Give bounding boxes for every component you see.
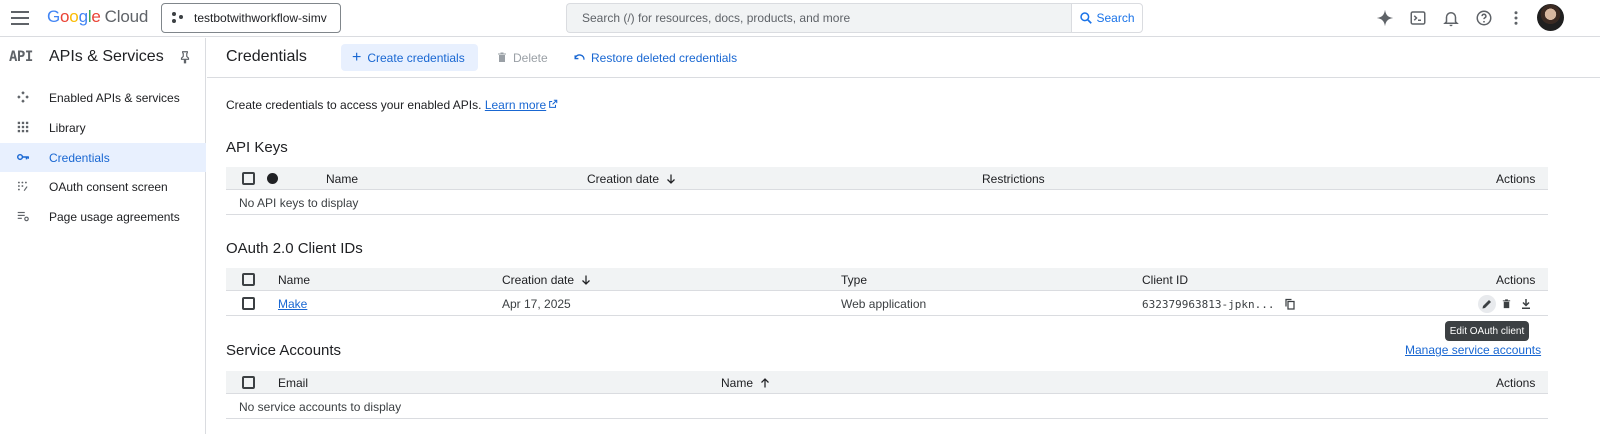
client-type: Web application xyxy=(841,297,927,311)
sidebar-item-label: Enabled APIs & services xyxy=(49,91,180,105)
cloud-shell-icon[interactable] xyxy=(1407,7,1429,29)
page-header: Credentials + Create credentials Delete … xyxy=(207,38,1600,78)
trash-icon[interactable] xyxy=(1498,296,1514,312)
consent-icon xyxy=(16,179,30,193)
row-checkbox[interactable] xyxy=(242,297,255,310)
more-vert-icon[interactable] xyxy=(1505,7,1527,29)
arrow-down-icon xyxy=(582,275,590,285)
learn-more-link[interactable]: Learn more xyxy=(485,98,546,112)
intro-description: Create credentials to access your enable… xyxy=(226,98,482,112)
select-all-checkbox[interactable] xyxy=(242,273,255,286)
column-actions: Actions xyxy=(1496,172,1536,186)
column-name[interactable]: Name xyxy=(326,172,358,186)
column-creation-date[interactable]: Creation date xyxy=(502,273,592,287)
table-row: No service accounts to display xyxy=(226,395,1548,419)
pin-icon[interactable] xyxy=(178,50,192,67)
notifications-icon[interactable] xyxy=(1440,7,1462,29)
sidebar-item-page-usage[interactable]: Page usage agreements xyxy=(0,202,206,231)
select-all-checkbox[interactable] xyxy=(242,172,255,185)
delete-label: Delete xyxy=(513,50,548,65)
learn-more-label: Learn more xyxy=(484,98,547,112)
page-title: Credentials xyxy=(226,48,307,65)
sidebar-item-credentials[interactable]: Credentials xyxy=(0,143,206,172)
main-menu-icon[interactable] xyxy=(10,9,30,27)
add-icon: + xyxy=(352,48,362,66)
column-client-id[interactable]: Client ID xyxy=(1142,273,1188,287)
empty-message: No service accounts to display xyxy=(239,400,402,414)
intro-text: Create credentials to access your enable… xyxy=(226,98,558,112)
undo-icon xyxy=(574,54,585,60)
create-credentials-label: Create credentials xyxy=(367,50,465,65)
column-actions: Actions xyxy=(1496,273,1536,287)
api-keys-table-header: Name Creation date Restrictions Actions xyxy=(226,167,1548,190)
service-accounts-table-header: Email Name Actions xyxy=(226,371,1548,394)
column-label: Creation date xyxy=(502,273,575,287)
library-icon xyxy=(16,120,30,134)
oauth-title: OAuth 2.0 Client IDs xyxy=(226,240,363,257)
restore-label: Restore deleted credentials xyxy=(591,50,738,65)
sidebar-item-label: Library xyxy=(49,121,86,135)
oauth-table-header: Name Creation date Type Client ID Action… xyxy=(226,268,1548,291)
project-picker[interactable]: testbotwithworkflow-simv xyxy=(161,3,341,33)
copy-icon[interactable] xyxy=(1282,296,1298,312)
delete-button[interactable]: Delete xyxy=(496,44,548,71)
sidebar-header: API APIs & Services xyxy=(0,38,206,78)
empty-message: No API keys to display xyxy=(239,196,359,210)
trash-icon xyxy=(498,52,506,62)
service-accounts-title: Service Accounts xyxy=(226,342,342,359)
search-placeholder: Search (/) for resources, docs, products… xyxy=(582,11,851,25)
agreements-icon xyxy=(16,209,30,223)
arrow-down-icon xyxy=(667,174,675,184)
status-dot-icon xyxy=(267,173,278,184)
create-credentials-button[interactable]: + Create credentials xyxy=(341,44,478,71)
gemini-icon[interactable] xyxy=(1374,7,1396,29)
column-type[interactable]: Type xyxy=(841,273,867,287)
manage-service-accounts-link[interactable]: Manage service accounts xyxy=(1405,343,1541,357)
download-icon[interactable] xyxy=(1518,296,1534,312)
top-bar: Google Cloud testbotwithworkflow-simv Sea… xyxy=(0,0,1600,37)
client-name-link[interactable]: Make xyxy=(278,297,307,311)
arrow-up-icon xyxy=(761,378,769,388)
column-label: Name xyxy=(721,376,754,390)
column-name[interactable]: Name xyxy=(278,273,310,287)
column-restrictions: Restrictions xyxy=(982,172,1045,186)
sidebar: API APIs & Services Enabled APIs & servi… xyxy=(0,38,206,434)
column-label: Creation date xyxy=(587,172,660,186)
key-icon xyxy=(16,150,30,164)
api-keys-title: API Keys xyxy=(226,139,288,156)
table-row: No API keys to display xyxy=(226,191,1548,215)
external-link-icon xyxy=(549,99,558,108)
column-actions: Actions xyxy=(1496,376,1536,390)
search-button-label: Search xyxy=(1096,11,1135,25)
edit-oauth-tooltip: Edit OAuth client xyxy=(1445,321,1529,341)
restore-deleted-button[interactable]: Restore deleted credentials xyxy=(573,44,737,71)
apis-icon xyxy=(16,90,30,104)
column-email[interactable]: Email xyxy=(278,376,308,390)
edit-icon[interactable] xyxy=(1478,295,1496,313)
sidebar-item-label: Page usage agreements xyxy=(49,210,180,224)
project-name: testbotwithworkflow-simv xyxy=(194,11,327,25)
sidebar-item-label: Credentials xyxy=(49,151,110,165)
column-creation-date[interactable]: Creation date xyxy=(587,172,677,186)
avatar[interactable] xyxy=(1537,4,1564,31)
table-row: Make Apr 17, 2025 Web application 632379… xyxy=(226,292,1548,316)
sidebar-item-library[interactable]: Library xyxy=(0,113,206,142)
sidebar-title: APIs & Services xyxy=(49,48,164,65)
search-input[interactable]: Search (/) for resources, docs, products… xyxy=(566,3,1071,33)
search-icon xyxy=(1080,12,1093,24)
creation-date: Apr 17, 2025 xyxy=(502,297,571,311)
sidebar-item-label: OAuth consent screen xyxy=(49,180,168,194)
help-icon[interactable] xyxy=(1473,7,1495,29)
search-button[interactable]: Search xyxy=(1071,3,1143,33)
google-cloud-logo[interactable]: Google Cloud xyxy=(47,7,148,27)
column-name[interactable]: Name xyxy=(721,376,771,390)
select-all-checkbox[interactable] xyxy=(242,376,255,389)
sidebar-item-oauth-consent[interactable]: OAuth consent screen xyxy=(0,172,206,201)
client-id: 632379963813-jpkn... xyxy=(1142,298,1275,311)
sidebar-item-enabled-apis[interactable]: Enabled APIs & services xyxy=(0,83,206,112)
project-icon xyxy=(172,12,186,24)
api-icon: API xyxy=(9,49,33,65)
